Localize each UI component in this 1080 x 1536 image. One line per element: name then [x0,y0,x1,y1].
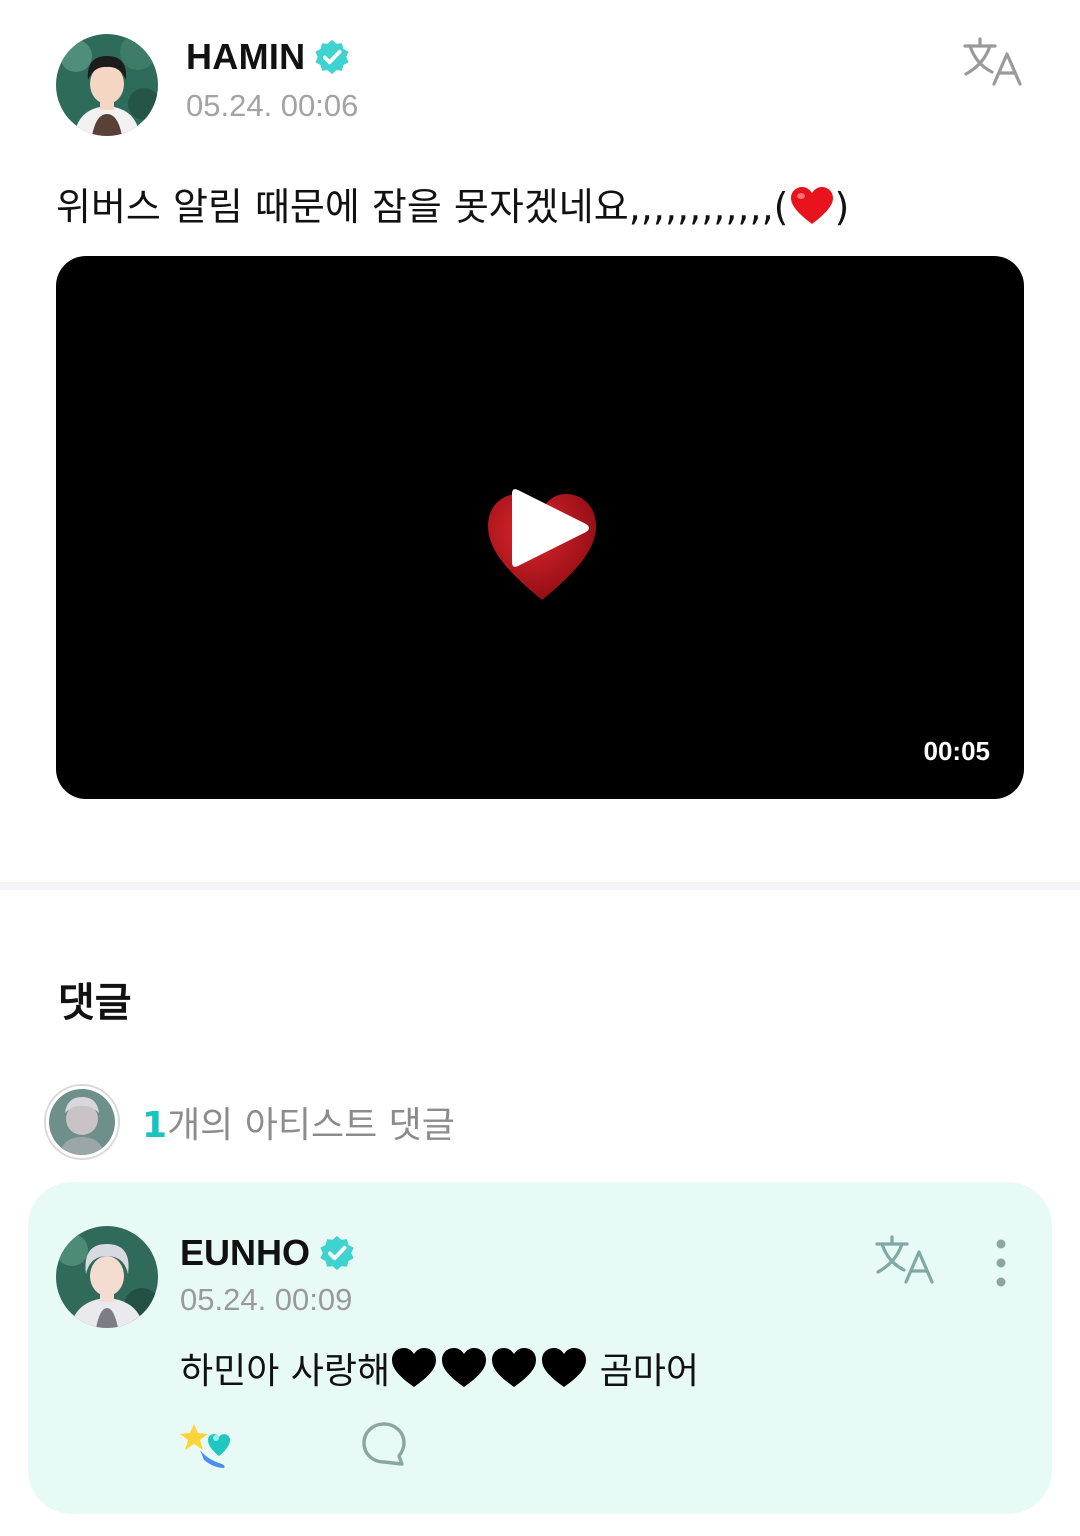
section-divider [0,882,1080,890]
commenter-name-row: EUNHO [180,1232,356,1274]
post-text-close: ) [834,185,850,229]
black-heart-emoji [492,1348,537,1387]
black-heart-emoji [442,1348,487,1387]
black-heart-emoji [542,1348,587,1387]
black-hearts-emoji-group [390,1347,588,1389]
verified-badge-icon [320,1235,354,1271]
comment-card: EUNHO 05.24. 00:09 하민아 사랑해 곰마어 [28,1182,1052,1514]
comment-timestamp: 05.24. 00:09 [180,1282,353,1317]
post-body-text: 위버스 알림 때문에 잠을 못자겠네요,,,,,,,,,,,,() [56,176,849,231]
comment-text-before: 하민아 사랑해 [180,1351,391,1392]
commenter-name[interactable]: EUNHO [180,1232,310,1274]
video-duration: 00:05 [923,736,991,766]
like-icon [180,1424,230,1468]
commenter-avatar[interactable] [56,1226,158,1328]
comment-text-after: 곰마어 [588,1351,699,1392]
play-icon[interactable] [508,482,592,574]
translate-icon [875,1235,934,1284]
artist-avatar [46,1086,118,1158]
artist-comment-count: 1 [142,1105,168,1146]
verified-badge-icon [315,39,350,75]
reply-icon [362,1422,406,1466]
reply-button[interactable] [360,1420,408,1468]
post-text: 위버스 알림 때문에 잠을 못자겠네요,,,,,,,,,,,,( [56,185,789,229]
post-header: HAMIN 05.24. 00:06 [56,34,1026,136]
translate-button[interactable] [962,36,1024,88]
artist-comment-summary[interactable]: 1개의 아티스트 댓글 [46,1086,646,1158]
comments-title: 댓글 [58,980,132,1026]
translate-icon [963,37,1022,86]
black-heart-emoji [392,1348,437,1387]
comment-text: 하민아 사랑해 곰마어 [180,1342,699,1394]
video-player[interactable]: 00:05 [56,256,1024,799]
more-vertical-icon [996,1239,1006,1287]
artist-comment-label: 개의 아티스트 댓글 [167,1105,455,1146]
author-name-row: HAMIN [186,36,351,78]
post-timestamp: 05.24. 00:06 [186,88,359,123]
author-avatar[interactable] [56,34,158,136]
artist-comment-count-text: 1개의 아티스트 댓글 [142,1096,455,1148]
more-options-button[interactable] [986,1238,1016,1288]
red-heart-emoji [790,187,833,224]
comment-translate-button[interactable] [874,1234,936,1286]
author-name[interactable]: HAMIN [186,36,305,78]
like-button[interactable] [178,1420,234,1470]
